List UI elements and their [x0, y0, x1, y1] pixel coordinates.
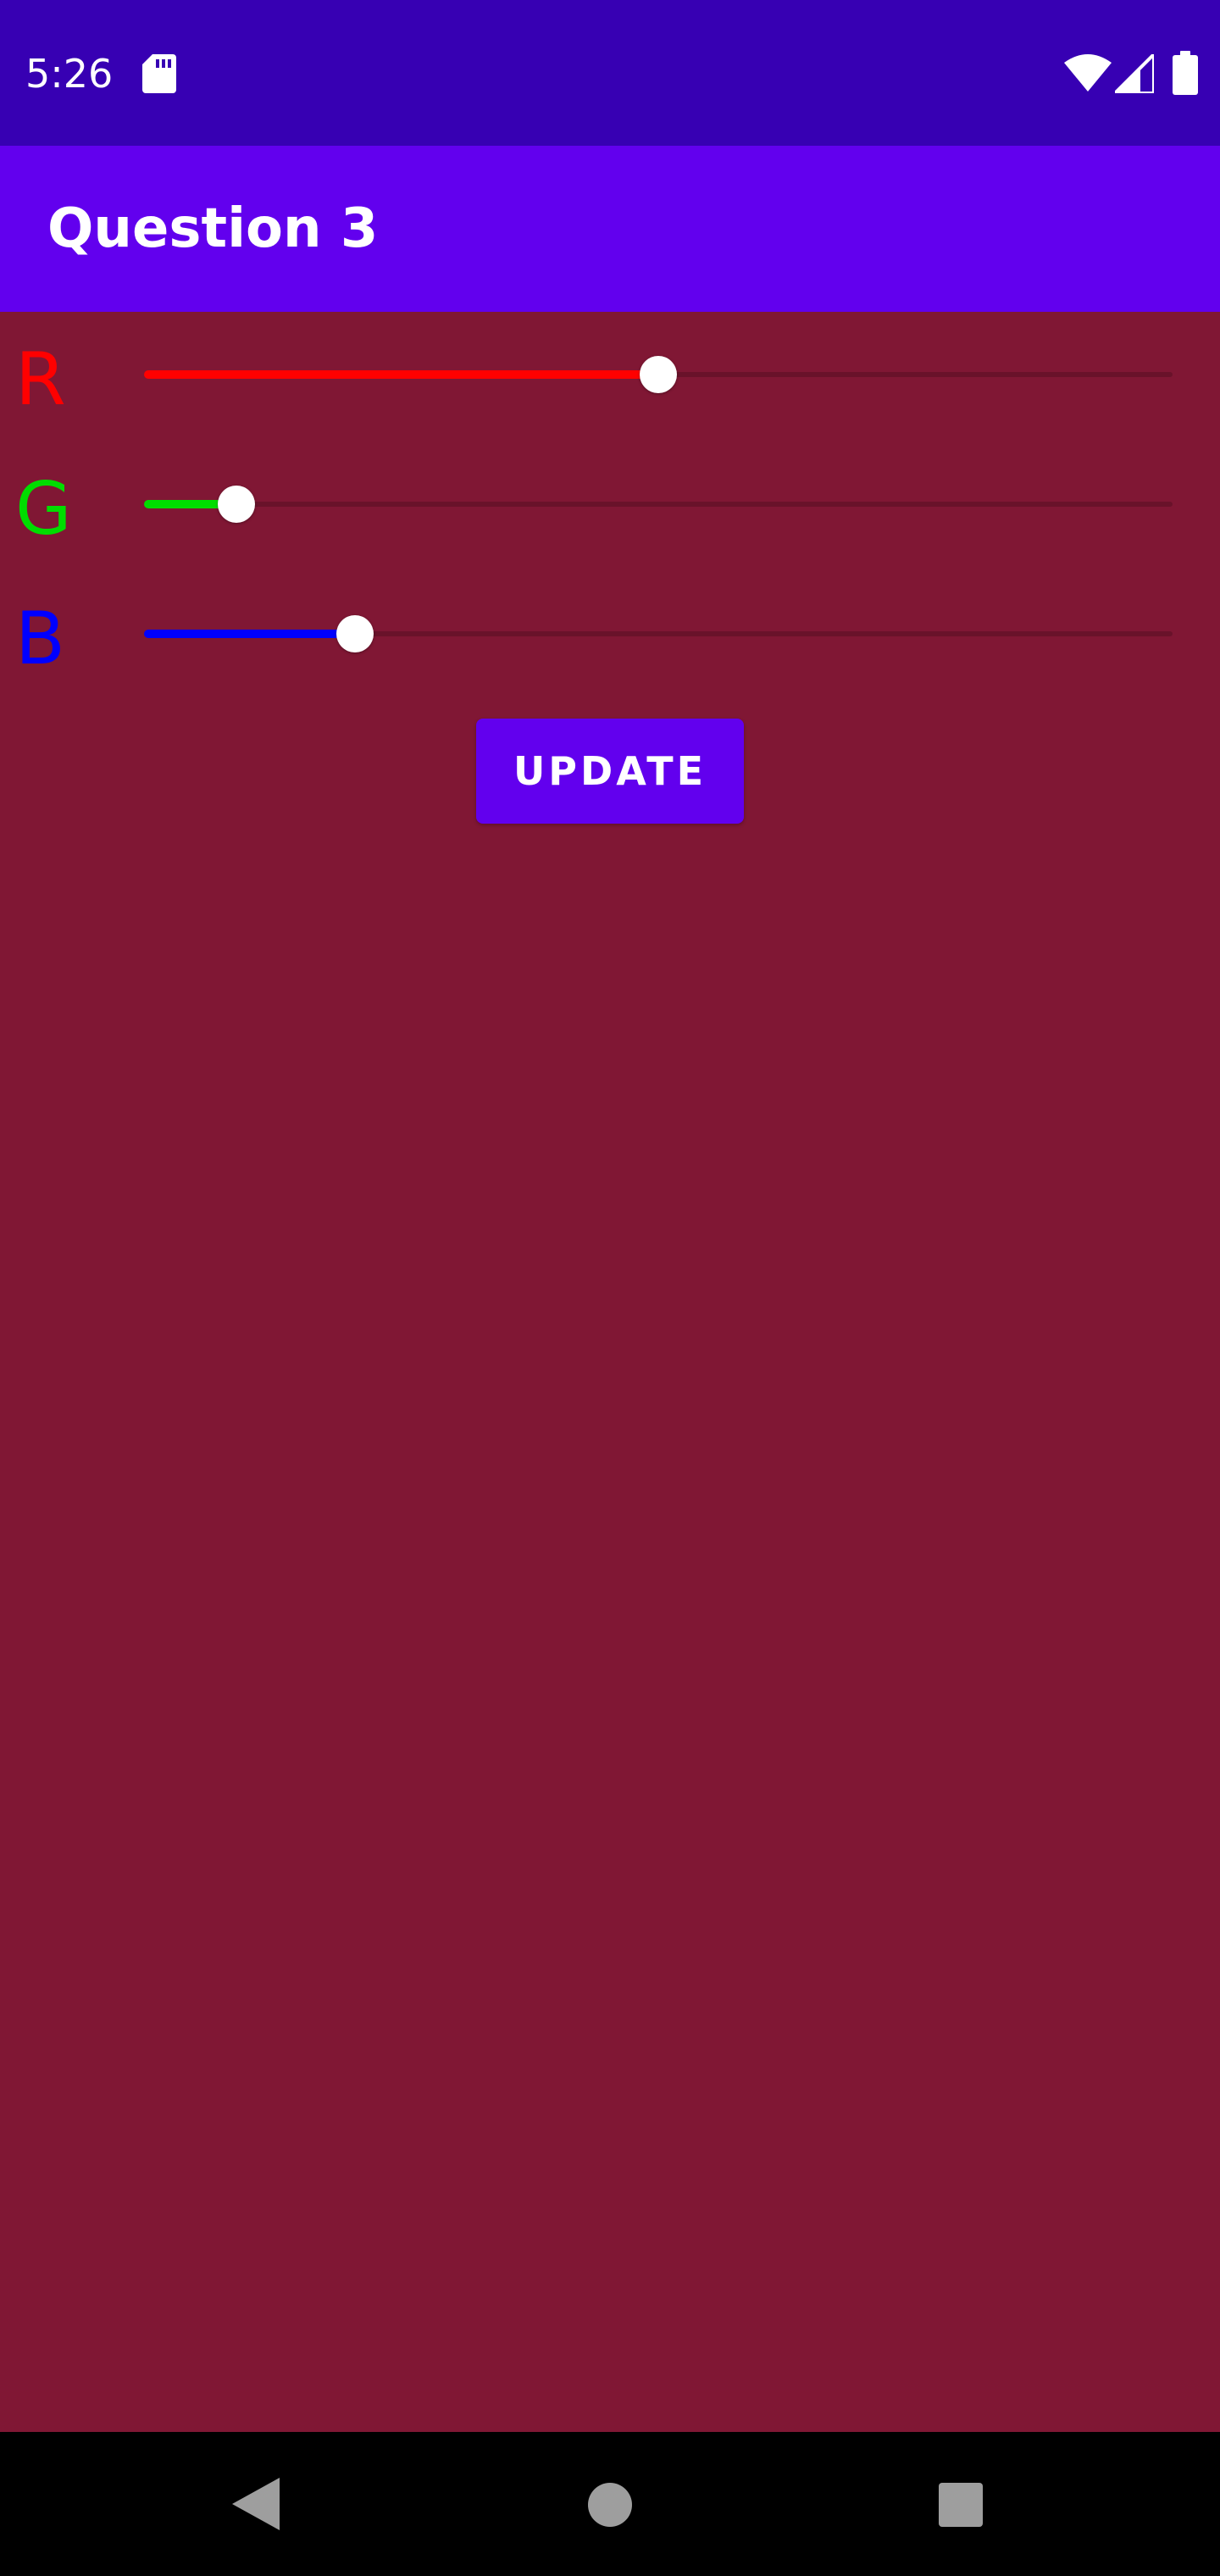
red-slider-thumb[interactable]: [640, 356, 677, 393]
recents-icon[interactable]: [937, 2481, 984, 2529]
status-bar: 5:26: [0, 0, 1220, 146]
status-time: 5:26: [25, 51, 114, 97]
red-label: R: [15, 337, 66, 422]
blue-label: B: [15, 597, 65, 681]
update-button[interactable]: UPDATE: [476, 719, 744, 824]
wifi-icon: [1064, 54, 1112, 92]
blue-slider[interactable]: [144, 608, 1173, 659]
cell-signal-icon: [1115, 54, 1154, 93]
red-slider[interactable]: [144, 349, 1173, 400]
app-bar: Question 3: [0, 146, 1220, 312]
page-title: Question 3: [47, 197, 379, 260]
red-slider-fill: [144, 370, 658, 379]
home-icon[interactable]: [586, 2481, 634, 2529]
back-icon[interactable]: [232, 2478, 280, 2530]
blue-slider-fill: [144, 630, 355, 638]
navigation-bar: [0, 2432, 1220, 2576]
content-area: R G B UPDATE: [0, 312, 1220, 2432]
sd-card-icon: [142, 54, 176, 93]
green-slider[interactable]: [144, 479, 1173, 530]
green-label: G: [15, 467, 72, 552]
blue-slider-thumb[interactable]: [336, 615, 374, 652]
battery-icon: [1173, 51, 1198, 95]
green-slider-thumb[interactable]: [218, 486, 256, 523]
green-slider-track[interactable]: [144, 502, 1173, 507]
